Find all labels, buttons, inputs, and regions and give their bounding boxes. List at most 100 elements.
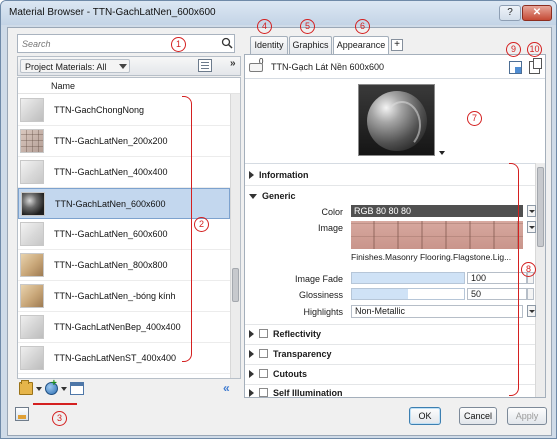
image-label: Image bbox=[317, 223, 343, 233]
material-list-item[interactable]: TTN-GachLatNenBep_400x400 bbox=[18, 312, 230, 343]
collapse-library-icon[interactable]: « bbox=[223, 381, 230, 395]
glossiness-slider[interactable] bbox=[351, 288, 465, 300]
material-thumbnail bbox=[20, 129, 44, 153]
collapse-arrow-icon bbox=[249, 194, 257, 199]
replace-asset-icon[interactable] bbox=[529, 58, 542, 74]
chevron-down-icon[interactable] bbox=[36, 387, 42, 391]
glossiness-slider-fill bbox=[352, 289, 408, 299]
color-dropdown-button[interactable] bbox=[527, 205, 536, 217]
material-list-item[interactable]: TTN--GachLatNen_400x400 bbox=[18, 157, 230, 188]
glossiness-spinner[interactable] bbox=[527, 288, 534, 300]
color-value-field[interactable]: RGB 80 80 80 bbox=[351, 205, 523, 217]
expand-arrow-icon bbox=[249, 350, 254, 358]
appearance-panel: 0 TTN-Gạch Lát Nền 600x600 Information G… bbox=[244, 54, 546, 398]
properties-scrollbar[interactable] bbox=[535, 163, 545, 397]
divider bbox=[245, 364, 535, 365]
material-name: TTN--GachLatNen_800x800 bbox=[54, 260, 168, 270]
cutouts-checkbox[interactable] bbox=[259, 369, 268, 378]
material-thumbnail bbox=[21, 192, 45, 216]
asset-browser-icon[interactable] bbox=[70, 382, 84, 395]
material-thumbnail bbox=[20, 346, 44, 370]
section-reflectivity[interactable]: Reflectivity bbox=[249, 329, 321, 339]
preview-options-icon[interactable] bbox=[439, 151, 445, 155]
material-list-item[interactable]: TTN-GachLatNen_600x600 bbox=[18, 188, 230, 219]
project-materials-filter-label: Project Materials: All bbox=[25, 62, 107, 72]
expand-library-icon[interactable]: » bbox=[230, 58, 236, 69]
material-thumbnail bbox=[20, 284, 44, 308]
glossiness-label: Glossiness bbox=[298, 290, 343, 300]
material-name: TTN--GachLatNen_600x600 bbox=[54, 229, 168, 239]
image-dropdown-button[interactable] bbox=[527, 221, 536, 233]
library-toolbar: Project Materials: All » bbox=[17, 56, 241, 76]
section-self-illumination[interactable]: Self Illumination bbox=[249, 388, 343, 397]
reflectivity-checkbox[interactable] bbox=[259, 329, 268, 338]
list-scrollbar-thumb[interactable] bbox=[232, 268, 239, 302]
highlights-dropdown-button[interactable] bbox=[527, 305, 536, 317]
material-list-item[interactable]: TTN--GachLatNen_200x200 bbox=[18, 126, 230, 157]
project-materials-filter[interactable]: Project Materials: All bbox=[20, 59, 130, 73]
asset-bar: 0 TTN-Gạch Lát Nền 600x600 bbox=[245, 55, 545, 79]
cancel-button[interactable]: Cancel bbox=[459, 407, 497, 425]
ok-button[interactable]: OK bbox=[409, 407, 441, 425]
material-name: TTN-GachLatNenST_400x400 bbox=[54, 353, 177, 363]
color-label: Color bbox=[321, 207, 343, 217]
tab-appearance[interactable]: Appearance bbox=[333, 36, 389, 55]
image-file-name[interactable]: Finishes.Masonry Flooring.Flagstone.Lig.… bbox=[351, 252, 523, 262]
annotation-brace-list bbox=[182, 96, 192, 362]
expand-arrow-icon bbox=[249, 370, 254, 378]
material-browser-window: Material Browser - TTN-GachLatNen_600x60… bbox=[0, 0, 557, 439]
material-list-item[interactable]: TTN-GachLatNenST_400x400 bbox=[18, 343, 230, 374]
search-icon[interactable] bbox=[221, 37, 233, 49]
annotation-marker-8: 8 bbox=[521, 262, 536, 277]
material-preview[interactable] bbox=[358, 84, 435, 156]
search-box[interactable] bbox=[17, 34, 235, 53]
material-list-item[interactable]: TTN--GachLatNen_800x800 bbox=[18, 250, 230, 281]
section-cutouts-label: Cutouts bbox=[273, 369, 307, 379]
folder-icon[interactable] bbox=[19, 380, 33, 395]
help-button[interactable]: ? bbox=[499, 5, 521, 21]
list-scrollbar[interactable] bbox=[230, 94, 240, 378]
self-illumination-checkbox[interactable] bbox=[259, 388, 268, 397]
divider bbox=[245, 324, 535, 325]
section-cutouts[interactable]: Cutouts bbox=[249, 369, 307, 379]
tab-identity[interactable]: Identity bbox=[250, 36, 288, 54]
transparency-checkbox[interactable] bbox=[259, 349, 268, 358]
material-name: TTN--GachLatNen_-bóng kính bbox=[54, 291, 176, 301]
tab-graphics[interactable]: Graphics bbox=[289, 36, 332, 54]
material-list-item[interactable]: TTN--GachLatNen_-bóng kính bbox=[18, 281, 230, 312]
image-fade-slider-fill bbox=[352, 273, 464, 283]
divider bbox=[245, 185, 535, 186]
section-generic[interactable]: Generic bbox=[249, 191, 296, 201]
image-texture-swatch[interactable] bbox=[351, 221, 523, 249]
annotation-marker-5: 5 bbox=[300, 19, 315, 34]
material-thumbnail bbox=[20, 315, 44, 339]
material-list-item[interactable]: TTN-GachChongNong bbox=[18, 95, 230, 126]
properties-scrollbar-thumb[interactable] bbox=[537, 167, 544, 247]
asset-name: TTN-Gạch Lát Nền 600x600 bbox=[271, 62, 385, 72]
apply-button[interactable]: Apply bbox=[507, 407, 547, 425]
close-button[interactable]: ✕ bbox=[522, 5, 552, 21]
material-editor-icon[interactable] bbox=[15, 407, 29, 421]
add-tab-button[interactable]: + bbox=[391, 39, 403, 51]
image-fade-label: Image Fade bbox=[294, 274, 343, 284]
annotation-marker-3: 3 bbox=[52, 411, 67, 426]
chevron-down-icon[interactable] bbox=[61, 387, 67, 391]
list-header[interactable]: Name bbox=[18, 78, 240, 94]
annotation-marker-6: 6 bbox=[355, 19, 370, 34]
annotation-marker-10: 10 bbox=[527, 42, 542, 57]
section-information-label: Information bbox=[259, 170, 309, 180]
image-fade-slider[interactable] bbox=[351, 272, 465, 284]
annotation-marker-1: 1 bbox=[171, 37, 186, 52]
title-bar[interactable]: Material Browser - TTN-GachLatNen_600x60… bbox=[1, 1, 556, 25]
window-title: Material Browser - TTN-GachLatNen_600x60… bbox=[9, 7, 216, 18]
annotation-underline-toolbar bbox=[33, 403, 77, 405]
view-options-icon[interactable] bbox=[198, 59, 212, 72]
section-generic-label: Generic bbox=[262, 191, 296, 201]
preview-sphere bbox=[367, 91, 427, 151]
highlights-select[interactable]: Non-Metallic bbox=[351, 305, 523, 318]
new-material-icon[interactable] bbox=[45, 378, 58, 395]
paint-roller-icon bbox=[249, 63, 263, 72]
section-information[interactable]: Information bbox=[249, 170, 309, 180]
duplicate-asset-icon[interactable] bbox=[509, 61, 522, 74]
section-transparency[interactable]: Transparency bbox=[249, 349, 332, 359]
